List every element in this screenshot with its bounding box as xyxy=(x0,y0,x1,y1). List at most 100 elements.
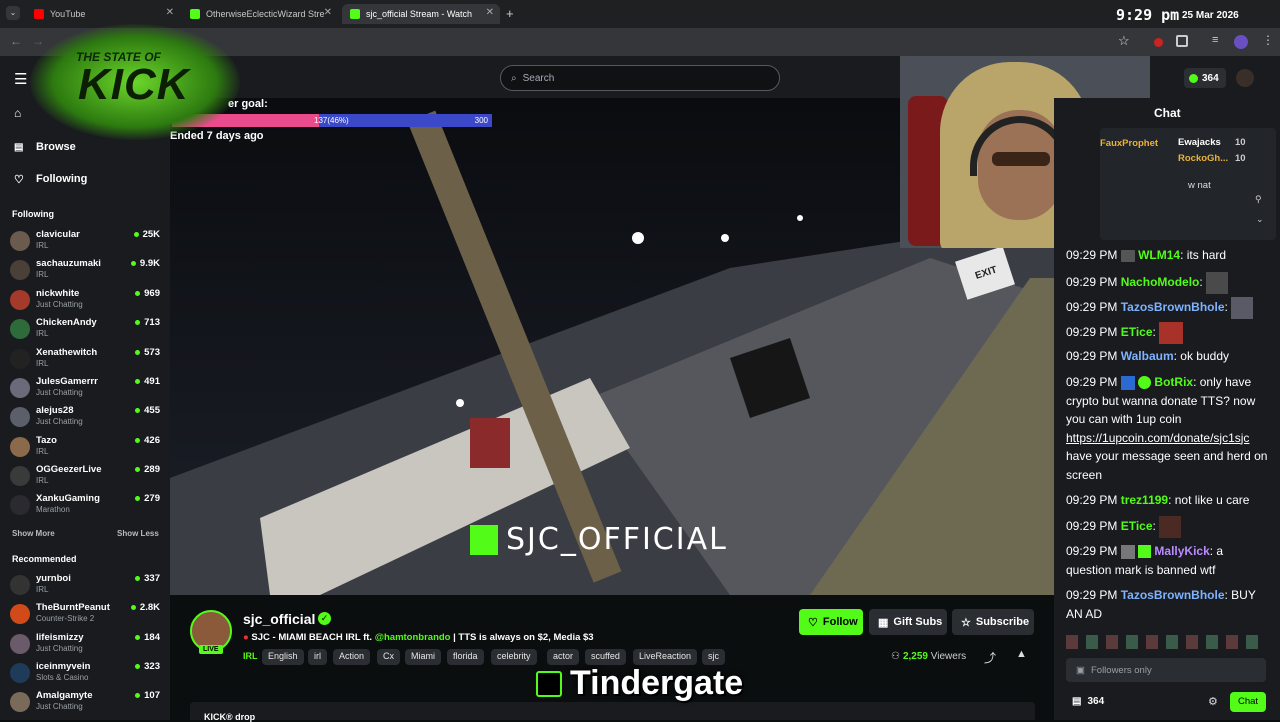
live-badge: LIVE xyxy=(199,645,223,654)
following-item[interactable]: XankuGaming Marathon 279 xyxy=(10,493,160,522)
logo-line2: KICK xyxy=(78,60,190,109)
tab-otherwiseeclecticwizard[interactable]: OtherwiseEclecticWizard Stream ✕ xyxy=(182,4,338,24)
close-tab-icon[interactable]: ✕ xyxy=(486,7,494,18)
message-user[interactable]: trez1199 xyxy=(1121,493,1168,507)
chat-send-button[interactable]: Chat xyxy=(1230,692,1266,712)
pin-icon[interactable]: ⚲ xyxy=(1255,194,1262,205)
recommended-item[interactable]: lifeismizzy Just Chatting 184 xyxy=(10,632,160,661)
clock-date: 25 Mar 2026 xyxy=(1182,10,1239,21)
kick-logo-icon xyxy=(536,670,562,697)
recommended-item[interactable]: yurnboi IRL 337 xyxy=(10,573,160,602)
message-user[interactable]: ETice xyxy=(1121,325,1153,339)
chat-points[interactable]: ▤ 364 xyxy=(1072,696,1104,707)
profile-avatar[interactable] xyxy=(1234,35,1248,49)
back-icon[interactable]: ← xyxy=(10,34,22,48)
hamburger-menu-icon[interactable]: ☰ xyxy=(14,70,27,88)
report-icon[interactable]: ▲ xyxy=(1016,648,1027,660)
title-mention[interactable]: @hamtonbrando xyxy=(375,632,451,643)
recommended-item[interactable]: Amalgamyte Just Chatting 107 xyxy=(10,690,160,719)
sidebar-item-following[interactable]: ♡ Following xyxy=(14,171,164,187)
message-user[interactable]: BotRix xyxy=(1154,375,1193,389)
show-less-button[interactable]: Show Less xyxy=(117,529,159,538)
tag[interactable]: LiveReaction xyxy=(633,649,698,665)
tag[interactable]: sjc xyxy=(702,649,725,665)
tag[interactable]: florida xyxy=(447,649,484,665)
extension-record-icon[interactable] xyxy=(1154,38,1163,47)
following-item[interactable]: Xenathewitch IRL 573 xyxy=(10,347,160,376)
following-item[interactable]: alejus28 Just Chatting 455 xyxy=(10,405,160,434)
message-user[interactable]: MallyKick xyxy=(1154,544,1209,558)
browser-menu-icon[interactable]: ⋮ xyxy=(1262,33,1274,47)
tab-youtube[interactable]: YouTube ✕ xyxy=(26,4,180,24)
avatar xyxy=(10,290,30,310)
following-item[interactable]: sachauzumaki IRL 9.9K xyxy=(10,258,160,287)
channel-name: XankuGaming xyxy=(36,493,100,504)
chat-points-value: 364 xyxy=(1087,696,1105,707)
tag[interactable]: irl xyxy=(308,649,327,665)
recommended-item[interactable]: TheBurntPeanut Counter-Strike 2 2.8K xyxy=(10,602,160,631)
channel-name[interactable]: sjc_official xyxy=(243,611,315,627)
home-icon[interactable]: ⌂ xyxy=(14,106,21,120)
following-item[interactable]: Tazo IRL 426 xyxy=(10,435,160,464)
category-tag[interactable]: IRL xyxy=(243,649,264,665)
close-tab-icon[interactable]: ✕ xyxy=(166,7,174,18)
tag[interactable]: scuffed xyxy=(585,649,626,665)
message-user[interactable]: WLM14 xyxy=(1138,248,1180,262)
subscribe-button[interactable]: ☆ Subscribe xyxy=(952,609,1034,635)
gift-subs-button[interactable]: ▦ Gift Subs xyxy=(869,609,947,635)
tag[interactable]: English xyxy=(262,649,304,665)
drops-panel[interactable]: KICK® drop xyxy=(190,702,1035,722)
message-user[interactable]: TazosBrownBhole xyxy=(1121,588,1225,602)
following-item[interactable]: JulesGamerrr Just Chatting 491 xyxy=(10,376,160,405)
follow-button[interactable]: ♡ Follow xyxy=(799,609,863,635)
compass-icon: ▤ xyxy=(14,141,24,153)
avatar xyxy=(10,634,30,654)
message-user[interactable]: Walbaum xyxy=(1121,349,1174,363)
share-icon[interactable]: ⤴ xyxy=(984,649,996,666)
emote-bar[interactable] xyxy=(1066,635,1266,649)
tab-sjc-official[interactable]: sjc_official Stream - Watch ✕ xyxy=(342,4,500,24)
channel-name: nickwhite xyxy=(36,288,80,299)
extensions-puzzle-icon[interactable] xyxy=(1176,35,1188,47)
message-time: 09:29 PM xyxy=(1066,588,1118,602)
tag[interactable]: Cx xyxy=(377,649,400,665)
channel-name: ChickenAndy xyxy=(36,317,97,328)
avatar xyxy=(10,437,30,457)
channel-category: IRL xyxy=(36,359,49,368)
viewers-icon: ⚇ xyxy=(891,651,900,662)
chat-input[interactable]: ▣ Followers only xyxy=(1066,658,1266,682)
search-input[interactable]: ⌕ Search xyxy=(500,65,780,91)
following-item[interactable]: nickwhite Just Chatting 969 xyxy=(10,288,160,317)
sidebar-item-browse[interactable]: ▤ Browse xyxy=(14,139,164,155)
channel-name: yurnboi xyxy=(36,573,71,584)
following-item[interactable]: ChickenAndy IRL 713 xyxy=(10,317,160,346)
message-link[interactable]: https://1upcoin.com/donate/sjc1sjc xyxy=(1066,431,1249,445)
avatar xyxy=(10,231,30,251)
user-avatar[interactable] xyxy=(1236,69,1254,87)
chat-settings-gear-icon[interactable]: ⚙ xyxy=(1208,695,1218,708)
avatar xyxy=(10,378,30,398)
new-tab-button[interactable]: + xyxy=(506,6,514,21)
channel-name: Xenathewitch xyxy=(36,347,98,358)
message-user[interactable]: TazosBrownBhole xyxy=(1121,300,1225,314)
message-time: 09:29 PM xyxy=(1066,375,1118,389)
viewer-count: 426 xyxy=(135,435,160,446)
search-icon: ⌕ xyxy=(511,72,517,84)
following-item[interactable]: clavicular IRL 25K xyxy=(10,229,160,258)
tag[interactable]: Miami xyxy=(405,649,441,665)
media-control-icon[interactable]: ≡ xyxy=(1212,34,1218,46)
close-tab-icon[interactable]: ✕ xyxy=(324,7,332,18)
bookmark-star-icon[interactable]: ☆ xyxy=(1118,33,1130,49)
kick-points-badge[interactable]: 364 xyxy=(1184,68,1226,88)
tag[interactable]: Action xyxy=(333,649,371,665)
following-item[interactable]: OGGeezerLive IRL 289 xyxy=(10,464,160,493)
tab-list-button[interactable]: ⌄ xyxy=(6,6,20,20)
show-more-button[interactable]: Show More xyxy=(12,529,55,538)
channel-name: clavicular xyxy=(36,229,80,240)
chevron-down-icon[interactable]: ⌄ xyxy=(1256,214,1264,225)
tag[interactable]: actor xyxy=(547,649,580,665)
tag[interactable]: celebrity xyxy=(491,649,537,665)
recommended-item[interactable]: iceinmyvein Slots & Casino 323 xyxy=(10,661,160,690)
message-user[interactable]: NachoModelo xyxy=(1121,275,1200,289)
message-user[interactable]: ETice xyxy=(1121,519,1153,533)
